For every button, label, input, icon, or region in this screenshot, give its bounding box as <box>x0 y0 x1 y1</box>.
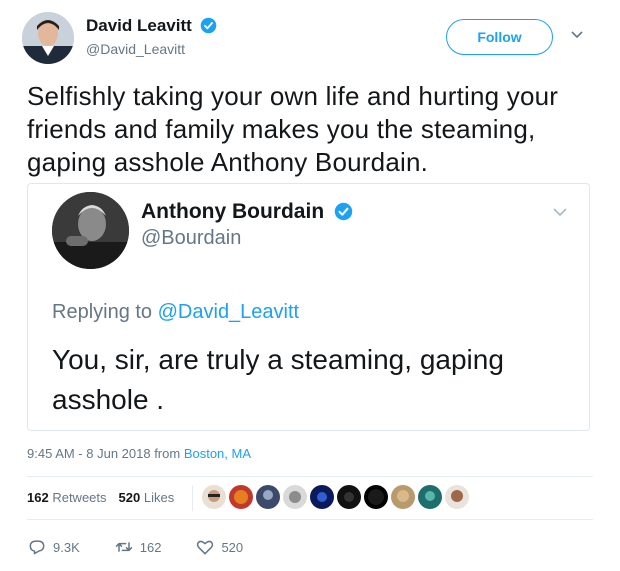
heart-icon <box>197 540 214 555</box>
like-button[interactable]: 520 <box>195 537 243 557</box>
liker-avatar[interactable] <box>229 485 253 509</box>
like-count: 520 <box>221 539 244 555</box>
timestamp[interactable]: 9:45 AM - 8 Jun 2018 from <box>27 446 184 461</box>
chevron-down-icon[interactable] <box>571 31 583 39</box>
liker-avatar[interactable] <box>445 485 469 509</box>
quoted-tweet-text: You, sir, are truly a steaming, gaping a… <box>52 344 504 415</box>
quoted-tweet-card[interactable]: Anthony Bourdain @Bourdain Replying to @… <box>27 183 590 431</box>
retweet-button[interactable]: 162 <box>114 537 162 557</box>
chevron-down-icon[interactable] <box>553 208 567 217</box>
liker-avatar[interactable] <box>202 485 226 509</box>
quoted-author-avatar[interactable] <box>52 192 129 269</box>
verified-badge-icon <box>334 202 353 221</box>
divider <box>27 519 593 520</box>
reply-button[interactable]: 9.3K <box>27 537 80 557</box>
author-avatar[interactable] <box>22 12 74 64</box>
liker-avatar[interactable] <box>256 485 280 509</box>
divider <box>192 485 193 511</box>
author-handle[interactable]: @David_Leavitt <box>86 41 185 57</box>
location-link[interactable]: Boston, MA <box>184 446 251 461</box>
tweet-stats: 162 Retweets 520 Likes <box>27 490 174 505</box>
replying-mention-link[interactable]: @David_Leavitt <box>158 301 299 323</box>
reply-icon <box>29 540 45 555</box>
reply-count: 9.3K <box>53 539 80 555</box>
liker-avatar[interactable] <box>337 485 361 509</box>
liker-avatar[interactable] <box>310 485 334 509</box>
liker-avatar[interactable] <box>364 485 388 509</box>
liker-avatar[interactable] <box>391 485 415 509</box>
divider <box>27 476 593 477</box>
quoted-author-handle[interactable]: @Bourdain <box>141 227 241 250</box>
tweet-metadata: 9:45 AM - 8 Jun 2018 from Boston, MA <box>27 446 251 461</box>
follow-button[interactable]: Follow <box>446 19 553 55</box>
replying-to: Replying to @David_Leavitt <box>52 301 299 324</box>
author-name[interactable]: David Leavitt <box>86 16 217 36</box>
tweet-actions: 9.3K 162 520 <box>27 537 277 557</box>
quoted-author-name[interactable]: Anthony Bourdain <box>141 200 353 224</box>
retweets-stat[interactable]: 162 Retweets <box>27 490 107 505</box>
replying-prefix: Replying to <box>52 301 158 323</box>
likes-stat[interactable]: 520 Likes <box>119 490 175 505</box>
verified-badge-icon <box>200 17 216 34</box>
liker-avatar[interactable] <box>283 485 307 509</box>
retweet-icon <box>115 542 132 552</box>
liker-avatars <box>202 485 469 509</box>
liker-avatar[interactable] <box>418 485 442 509</box>
tweet-text: Selfishly taking your own life and hurti… <box>27 81 559 177</box>
retweet-count: 162 <box>139 539 162 555</box>
